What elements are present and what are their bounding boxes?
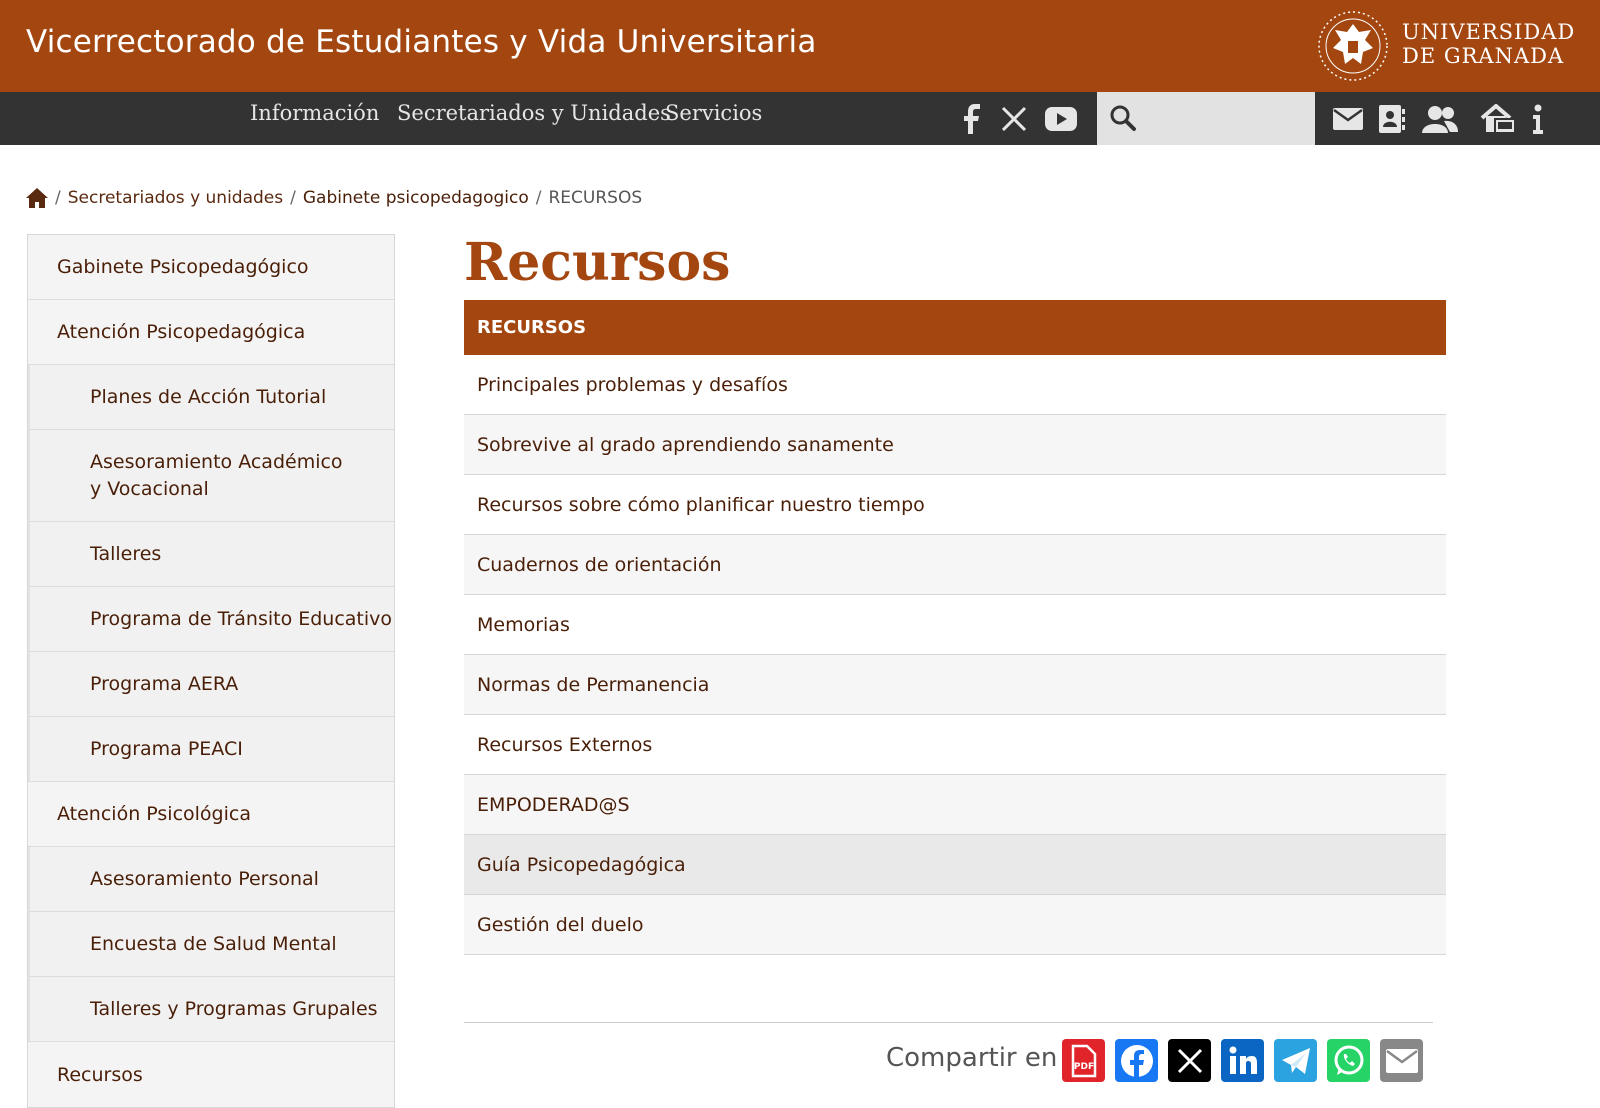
info-icon[interactable] [1526,92,1550,145]
main-navbar: Información Secretariados y Unidades Ser… [0,92,1600,145]
sidebar-item-encuesta-salud-mental[interactable]: Encuesta de Salud Mental [28,912,394,977]
sidebar-item-programa-aera[interactable]: Programa AERA [28,652,394,717]
list-item[interactable]: Memorias [464,595,1446,655]
search-icon[interactable] [1109,104,1137,132]
users-icon[interactable] [1420,92,1460,145]
share-pdf-button[interactable]: PDF [1062,1039,1105,1082]
list-item[interactable]: EMPODERAD@S [464,775,1446,835]
pdf-icon: PDF [1071,1044,1096,1077]
list-item[interactable]: Cuadernos de orientación [464,535,1446,595]
list-item[interactable]: Guía Psicopedagógica [464,835,1446,895]
sidebar-item-recursos[interactable]: Recursos [28,1042,394,1107]
sidebar-item-asesoramiento-personal[interactable]: Asesoramiento Personal [28,847,394,912]
breadcrumb-separator: / [290,188,296,208]
resource-list: RECURSOS Principales problemas y desafío… [464,300,1446,955]
email-icon [1385,1048,1418,1073]
university-seal-icon[interactable] [1315,8,1391,84]
sidebar-item-talleres[interactable]: Talleres [28,522,394,587]
facebook-icon[interactable] [964,103,982,135]
search-box [1097,92,1315,145]
intranet-icon[interactable] [1478,92,1518,145]
telegram-icon [1281,1047,1310,1074]
sidebar-item-asesoramiento-academico[interactable]: Asesoramiento Académico y Vocacional [28,430,394,522]
x-icon[interactable] [1001,103,1027,135]
nav-item-secretariados[interactable]: Secretariados y Unidades [397,101,671,125]
x-icon [1177,1048,1202,1073]
share-linkedin-button[interactable] [1221,1039,1264,1082]
university-name[interactable]: UNIVERSIDAD DE GRANADA [1402,20,1575,68]
sidebar-item-transito-educativo[interactable]: Programa de Tránsito Educativo [28,587,394,652]
whatsapp-icon [1334,1045,1363,1075]
page-title: Recursos [464,232,731,293]
sidebar-item-gabinete[interactable]: Gabinete Psicopedagógico [28,235,394,300]
breadcrumb-separator: / [55,188,61,208]
share-email-button[interactable] [1380,1039,1423,1082]
sidebar-item-talleres-grupales[interactable]: Talleres y Programas Grupales [28,977,394,1042]
sidebar-item-planes-accion-tutorial[interactable]: Planes de Acción Tutorial [28,365,394,430]
facebook-icon [1120,1044,1153,1078]
breadcrumb-current: RECURSOS [548,188,643,208]
share-facebook-button[interactable] [1115,1039,1158,1082]
share-whatsapp-button[interactable] [1327,1039,1370,1082]
breadcrumb-separator: / [535,188,542,208]
sidebar-item-atencion-psicologica[interactable]: Atención Psicológica [28,782,394,847]
sidebar-item-atencion-psicopedagogica[interactable]: Atención Psicopedagógica [28,300,394,365]
site-header: Vicerrectorado de Estudiantes y Vida Uni… [0,0,1600,92]
home-icon[interactable] [26,188,48,208]
list-item[interactable]: Gestión del duelo [464,895,1446,955]
directory-icon[interactable] [1375,92,1409,145]
share-divider [464,1022,1433,1023]
university-name-line1: UNIVERSIDAD [1402,20,1576,44]
nav-item-informacion[interactable]: Información [250,101,379,125]
university-name-line2: DE GRANADA [1402,44,1565,68]
list-item[interactable]: Principales problemas y desafíos [464,355,1446,415]
svg-text:PDF: PDF [1073,1062,1093,1072]
share-x-button[interactable] [1168,1039,1211,1082]
list-item[interactable]: Recursos sobre cómo planificar nuestro t… [464,475,1446,535]
sidebar-menu: Gabinete Psicopedagógico Atención Psicop… [27,234,395,1108]
search-input[interactable] [1145,102,1305,134]
share-telegram-button[interactable] [1274,1039,1317,1082]
share-label: Compartir en [886,1043,1058,1073]
mail-icon[interactable] [1330,92,1366,145]
sidebar-item-programa-peaci[interactable]: Programa PEACI [28,717,394,782]
list-item[interactable]: Normas de Permanencia [464,655,1446,715]
linkedin-icon [1229,1046,1257,1074]
list-item[interactable]: Sobrevive al grado aprendiendo sanamente [464,415,1446,475]
breadcrumb: / Secretariados y unidades / Gabinete ps… [26,188,642,208]
list-item[interactable]: Recursos Externos [464,715,1446,775]
site-title[interactable]: Vicerrectorado de Estudiantes y Vida Uni… [26,24,817,60]
resource-list-header: RECURSOS [464,300,1446,355]
breadcrumb-secretariados[interactable]: Secretariados y unidades [68,188,283,208]
youtube-icon[interactable] [1045,103,1077,135]
breadcrumb-gabinete[interactable]: Gabinete psicopedagogico [303,188,529,208]
nav-item-servicios[interactable]: Servicios [665,101,762,125]
